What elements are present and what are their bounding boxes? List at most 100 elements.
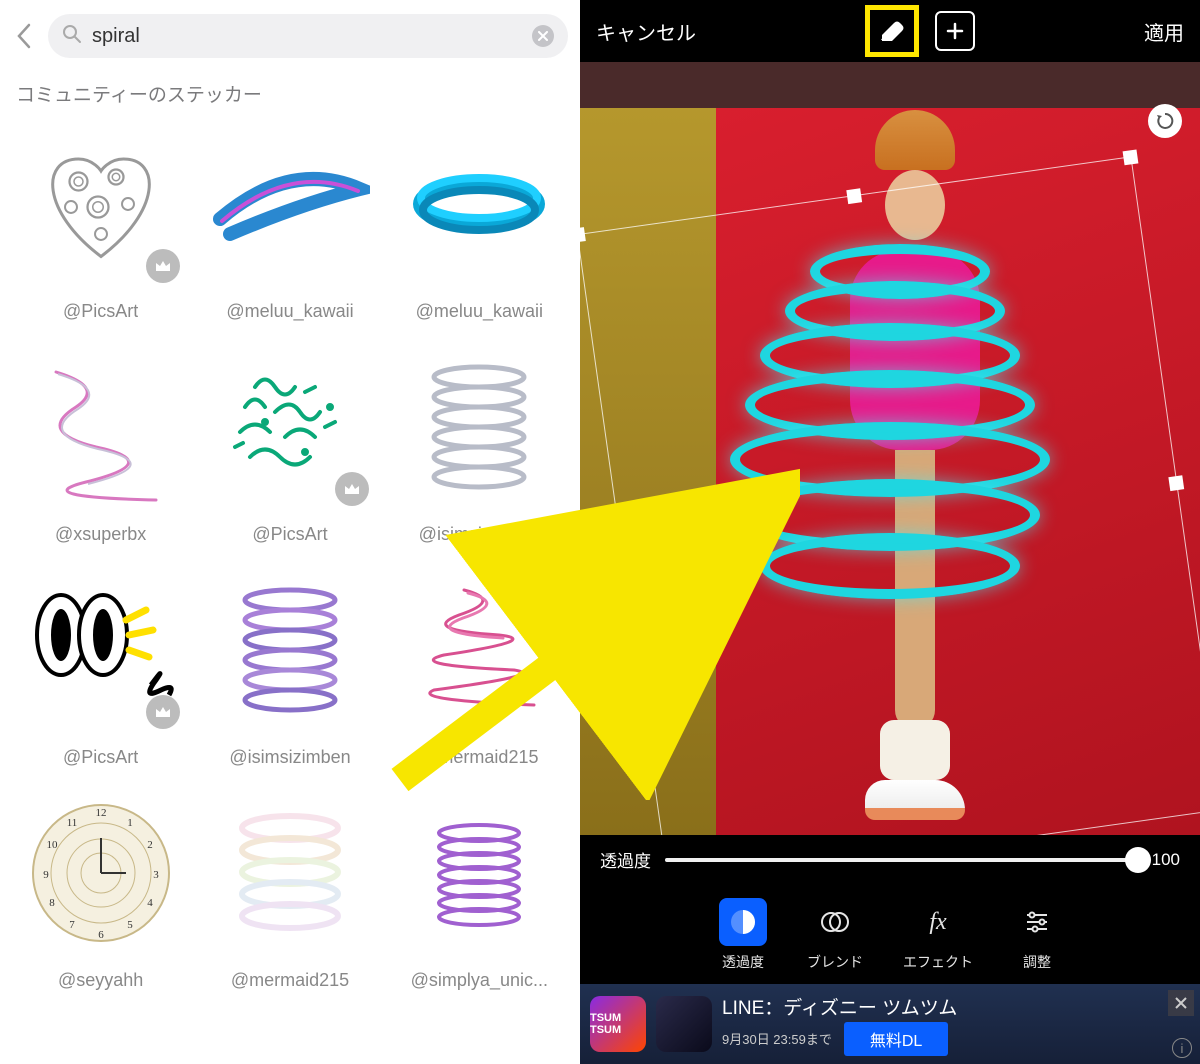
sticker-item[interactable]: @simplya_unic... [391, 788, 568, 1011]
premium-badge [335, 472, 369, 506]
tool-blend[interactable]: ブレンド [807, 898, 863, 972]
svg-text:4: 4 [147, 897, 153, 909]
resize-handle[interactable] [846, 188, 862, 204]
sticker-ring-icon [404, 154, 554, 254]
sticker-author: @seyyahh [58, 958, 143, 1011]
sticker-author: @mermaid215 [231, 958, 349, 1011]
sticker-author: @PicsArt [63, 289, 138, 342]
sticker-author: @isimsizimben [229, 735, 350, 788]
sticker-author: @PicsArt [252, 512, 327, 565]
ad-title: LINE：ディズニー ツムツム [722, 993, 1190, 1020]
tool-adjust[interactable]: 調整 [1013, 898, 1061, 972]
chevron-left-icon [15, 22, 33, 50]
ad-download-button[interactable]: 無料DL [844, 1022, 948, 1056]
eraser-button[interactable] [865, 5, 919, 57]
search-header [0, 0, 580, 72]
ad-banner[interactable]: TSUM TSUM LINE：ディズニー ツムツム 9月30日 23:59まで … [580, 984, 1200, 1064]
ad-close-button[interactable] [1168, 990, 1194, 1016]
sticker-item[interactable]: 12369 1245 781011 @seyyahh [12, 788, 189, 1011]
tool-label: 調整 [1023, 952, 1051, 972]
close-icon [538, 31, 548, 41]
sticker-coil-pastel-icon [220, 798, 360, 948]
sticker-item[interactable]: @isimsizimben [201, 565, 378, 788]
tool-label: ブレンド [807, 952, 863, 972]
crown-icon [154, 259, 172, 273]
sticker-scribble-pink-icon [404, 575, 554, 725]
svg-text:9: 9 [43, 869, 49, 881]
sticker-author: @xsuperbx [55, 512, 146, 565]
sticker-author: @PicsArt [63, 735, 138, 788]
resize-handle[interactable] [1168, 475, 1184, 491]
section-title: コミュニティーのステッカー [0, 72, 580, 119]
opacity-label: 透過度 [600, 847, 651, 872]
opacity-icon [719, 898, 767, 946]
sticker-wave-icon [26, 352, 176, 502]
editor-canvas[interactable] [580, 62, 1200, 835]
clear-search-button[interactable] [532, 25, 554, 47]
adjust-icon [1013, 898, 1061, 946]
search-icon [62, 24, 82, 49]
sticker-author: @isimsizimben [419, 512, 540, 565]
svg-text:7: 7 [69, 919, 75, 931]
sticker-coil-purple-icon [225, 575, 355, 725]
tool-label: 透過度 [722, 952, 764, 972]
sticker-author: @mermaid215 [420, 735, 538, 788]
rotate-handle[interactable] [1148, 104, 1182, 138]
search-input[interactable] [92, 25, 522, 48]
ad-app-icon: TSUM TSUM [590, 996, 646, 1052]
sticker-item[interactable]: @PicsArt [201, 342, 378, 565]
tool-label: エフェクト [903, 952, 973, 972]
sticker-item[interactable]: @mermaid215 [391, 565, 568, 788]
cancel-button[interactable]: キャンセル [596, 17, 696, 46]
svg-text:2: 2 [147, 839, 153, 851]
editor-topbar: キャンセル 適用 [580, 0, 1200, 62]
sticker-author: @meluu_kawaii [416, 289, 543, 342]
sticker-clock-spiral-icon: 12369 1245 781011 [26, 798, 176, 948]
svg-text:1: 1 [127, 817, 133, 829]
transform-bounding-box[interactable] [580, 156, 1200, 835]
back-button[interactable] [12, 24, 36, 48]
resize-handle[interactable] [616, 553, 632, 569]
sticker-item[interactable]: @mermaid215 [201, 788, 378, 1011]
plus-icon [945, 21, 965, 41]
svg-text:5: 5 [127, 919, 133, 931]
blend-icon [811, 898, 859, 946]
premium-badge [146, 695, 180, 729]
svg-text:3: 3 [153, 869, 159, 881]
sticker-item[interactable]: @PicsArt [12, 565, 189, 788]
resize-handle[interactable] [1123, 149, 1139, 165]
sticker-grid[interactable]: @PicsArt @meluu_kawaii @meluu_kawaii [0, 119, 580, 1011]
svg-text:12: 12 [95, 807, 106, 819]
editor-panel: キャンセル 適用 [580, 0, 1200, 1064]
opacity-slider[interactable] [665, 858, 1138, 862]
slider-knob[interactable] [1125, 847, 1151, 873]
search-bar[interactable] [48, 14, 568, 58]
tool-opacity[interactable]: 透過度 [719, 898, 767, 972]
apply-button[interactable]: 適用 [1144, 17, 1184, 46]
ad-secondary-icon [656, 996, 712, 1052]
tool-effect[interactable]: fx エフェクト [903, 898, 973, 972]
premium-badge [146, 249, 180, 283]
svg-text:6: 6 [98, 929, 104, 941]
eraser-icon [877, 18, 907, 44]
crown-icon [154, 705, 172, 719]
sticker-item[interactable]: @meluu_kawaii [201, 119, 378, 342]
effect-icon: fx [914, 898, 962, 946]
opacity-value: 100 [1152, 850, 1180, 870]
tool-tabs: 透過度 ブレンド fx エフェクト 調整 [580, 884, 1200, 984]
ad-date: 9月30日 23:59まで [722, 1029, 832, 1048]
ad-info-button[interactable]: i [1172, 1038, 1192, 1058]
svg-text:8: 8 [49, 897, 55, 909]
sticker-author: @simplya_unic... [411, 958, 548, 1011]
sticker-item[interactable]: @xsuperbx [12, 342, 189, 565]
sticker-item[interactable]: @isimsizimben [391, 342, 568, 565]
sticker-search-panel: コミュニティーのステッカー @PicsArt [0, 0, 580, 1064]
sticker-item[interactable]: @meluu_kawaii [391, 119, 568, 342]
sticker-item[interactable]: @PicsArt [12, 119, 189, 342]
sticker-coil-violet-icon [419, 803, 539, 943]
sticker-author: @meluu_kawaii [226, 289, 353, 342]
add-button[interactable] [935, 11, 975, 51]
svg-text:11: 11 [66, 817, 77, 829]
sticker-coil-gray-icon [414, 352, 544, 502]
close-icon [1174, 996, 1188, 1010]
